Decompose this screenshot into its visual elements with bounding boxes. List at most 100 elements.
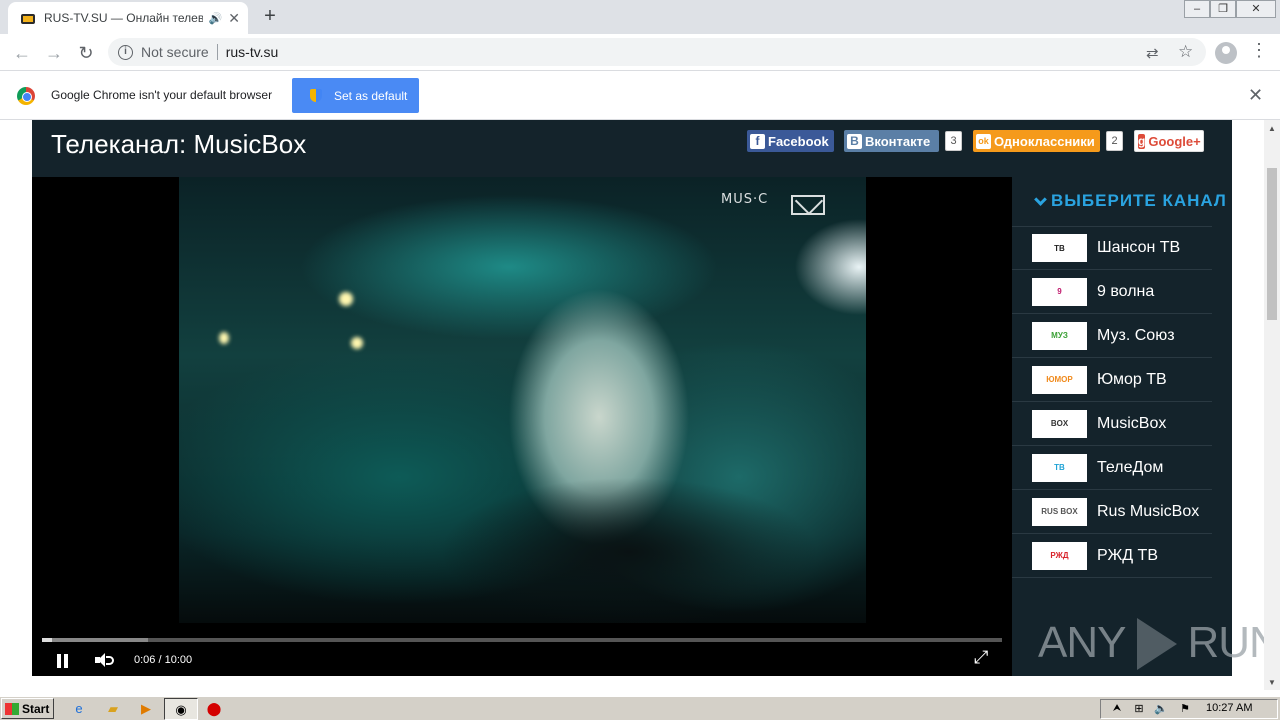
channel-name: Юмор ТВ xyxy=(1097,370,1167,388)
pause-icon[interactable] xyxy=(56,654,70,668)
tv-favicon-icon xyxy=(20,11,36,25)
start-button[interactable]: Start xyxy=(1,698,54,719)
channel-logo: РЖД xyxy=(1032,541,1087,570)
url-text[interactable]: rus-tv.su xyxy=(226,44,279,60)
infobar-message: Google Chrome isn't your default browser xyxy=(51,88,273,102)
video-player[interactable]: MUS·C 0:06 / 10:00 xyxy=(32,177,1012,676)
set-as-default-button[interactable]: Set as default xyxy=(292,78,419,113)
profile-avatar-icon[interactable] xyxy=(1215,42,1237,64)
page-content: Телеканал: MusicBox f Facebook B Вконтак… xyxy=(0,120,1264,676)
speaker-icon[interactable]: 🔈 xyxy=(1152,700,1170,718)
folder-icon[interactable]: ▰ xyxy=(104,700,122,718)
security-label: Not secure xyxy=(141,44,209,60)
video-light-spot xyxy=(339,292,353,306)
browser-toolbar: ← → ↻ i Not secure rus-tv.su ⇄ ☆ ⋮ xyxy=(0,34,1280,71)
address-bar[interactable]: i Not secure rus-tv.su xyxy=(108,38,1206,66)
channel-name: 9 волна xyxy=(1097,282,1155,300)
start-label: Start xyxy=(22,701,50,716)
channel-list: ТВ Шансон ТВ 9 9 волна МУЗ Муз. Союз ЮМОР Юмор … xyxy=(1012,226,1212,578)
forward-arrow-icon[interactable]: → xyxy=(42,41,66,65)
anyrun-watermark: ANY RUN xyxy=(1038,616,1264,670)
chevron-down-icon xyxy=(1034,192,1047,206)
window-close-button[interactable]: ✕ xyxy=(1236,0,1276,18)
flag-icon[interactable]: ⚑ xyxy=(1176,700,1194,718)
google-plus-icon: g xyxy=(1138,133,1146,149)
vkontakte-label: Вконтакте xyxy=(865,133,931,149)
channel-logo: BOX xyxy=(1032,409,1087,438)
channel-logo: МУЗ xyxy=(1032,321,1087,350)
info-icon[interactable]: i xyxy=(118,44,133,60)
audio-playing-icon[interactable]: 🔊 xyxy=(209,12,223,25)
page-scrollbar[interactable]: ▲ ▼ xyxy=(1264,120,1280,690)
minimize-button[interactable]: – xyxy=(1184,0,1210,18)
fullscreen-icon[interactable] xyxy=(974,647,992,668)
new-tab-button[interactable]: + xyxy=(258,4,282,28)
odnoklassniki-share-button[interactable]: ok Одноклассники xyxy=(973,130,1100,152)
channel-sidebar: ВЫБЕРИТЕ КАНАЛ ТВ Шансон ТВ 9 9 волна МУЗ Муз… xyxy=(1012,177,1232,676)
channel-item[interactable]: ТВ ТелеДом xyxy=(1012,446,1212,490)
channel-logo: ЮМОР xyxy=(1032,365,1087,394)
channel-logo: ТВ xyxy=(1032,234,1087,262)
channel-item[interactable]: BOX MusicBox xyxy=(1012,402,1212,446)
vkontakte-share-button[interactable]: B Вконтакте xyxy=(844,130,939,152)
media-player-icon[interactable]: ▶ xyxy=(137,700,155,718)
video-light-spot xyxy=(351,337,363,349)
channel-watermark: MUS·C xyxy=(721,192,769,207)
translate-icon[interactable]: ⇄ xyxy=(1146,44,1159,62)
windows-taskbar: Start e ▰ ▶ ◉ ⬤ ⮝ ⊞ 🔈 ⚑ 10:27 AM xyxy=(0,696,1280,720)
chrome-menu-icon[interactable]: ⋮ xyxy=(1250,40,1268,61)
windows-logo-icon xyxy=(5,702,19,715)
internet-explorer-icon[interactable]: e xyxy=(70,700,88,718)
stop-icon[interactable]: ⬤ xyxy=(205,700,223,718)
google-plus-label: Google+ xyxy=(1148,133,1201,149)
reload-icon[interactable]: ↻ xyxy=(74,41,98,65)
channel-item[interactable]: МУЗ Муз. Союз xyxy=(1012,314,1212,358)
page-title: Телеканал: MusicBox xyxy=(51,129,307,159)
uac-shield-icon xyxy=(310,89,322,102)
anyrun-any: ANY xyxy=(1038,618,1126,667)
omnibox-divider xyxy=(216,44,218,60)
channel-item[interactable]: RUS BOX Rus MusicBox xyxy=(1012,490,1212,534)
progress-fill xyxy=(42,638,52,642)
channel-name: ТелеДом xyxy=(1097,458,1164,476)
clock: 10:27 AM xyxy=(1206,702,1253,714)
sidebar-title: ВЫБЕРИТЕ КАНАЛ xyxy=(1032,191,1227,211)
ok-share-count: 2 xyxy=(1106,131,1123,151)
channel-logo: 9 xyxy=(1032,277,1087,306)
channel-item[interactable]: ТВ Шансон ТВ xyxy=(1012,226,1212,270)
scrollbar-thumb[interactable] xyxy=(1267,168,1277,320)
envelope-icon xyxy=(791,195,825,215)
channel-logo: RUS BOX xyxy=(1032,497,1087,526)
channel-name: РЖД ТВ xyxy=(1097,546,1158,564)
video-light-spot xyxy=(219,332,229,344)
video-shadow xyxy=(439,477,819,623)
scroll-up-icon[interactable]: ▲ xyxy=(1268,124,1276,133)
tab-strip: RUS-TV.SU — Онлайн телевид 🔊 ✕ + – ❐ ✕ xyxy=(0,0,1280,34)
restore-button[interactable]: ❐ xyxy=(1210,0,1236,18)
facebook-share-button[interactable]: f Facebook xyxy=(747,130,834,152)
set-as-default-label: Set as default xyxy=(334,88,408,103)
infobar-close-icon[interactable]: ✕ xyxy=(1248,85,1263,106)
browser-tab[interactable]: RUS-TV.SU — Онлайн телевид 🔊 ✕ xyxy=(8,2,248,34)
anyrun-run: RUN xyxy=(1187,618,1264,667)
chrome-icon: ◉ xyxy=(175,702,187,717)
time-display: 0:06 / 10:00 xyxy=(134,654,193,666)
network-icon[interactable]: ⊞ xyxy=(1130,700,1148,718)
back-arrow-icon[interactable]: ← xyxy=(10,41,34,65)
scroll-down-icon[interactable]: ▼ xyxy=(1268,678,1276,687)
sidebar-title-text: ВЫБЕРИТЕ КАНАЛ xyxy=(1051,191,1227,210)
channel-item[interactable]: ЮМОР Юмор ТВ xyxy=(1012,358,1212,402)
bookmark-star-icon[interactable]: ☆ xyxy=(1178,42,1193,62)
buffered-bar xyxy=(42,638,148,642)
channel-name: MusicBox xyxy=(1097,414,1167,432)
odnoklassniki-label: Одноклассники xyxy=(994,133,1095,149)
video-frame[interactable]: MUS·C xyxy=(179,177,866,623)
channel-name: Rus MusicBox xyxy=(1097,502,1200,520)
video-progress-bar[interactable] xyxy=(42,638,1002,642)
channel-logo: ТВ xyxy=(1032,453,1087,482)
channel-item[interactable]: 9 9 волна xyxy=(1012,270,1212,314)
tab-close-icon[interactable]: ✕ xyxy=(228,10,240,27)
tab-title: RUS-TV.SU — Онлайн телевид xyxy=(44,11,203,25)
channel-item[interactable]: РЖД РЖД ТВ xyxy=(1012,534,1212,578)
google-plus-share-button[interactable]: g Google+ xyxy=(1134,130,1204,152)
